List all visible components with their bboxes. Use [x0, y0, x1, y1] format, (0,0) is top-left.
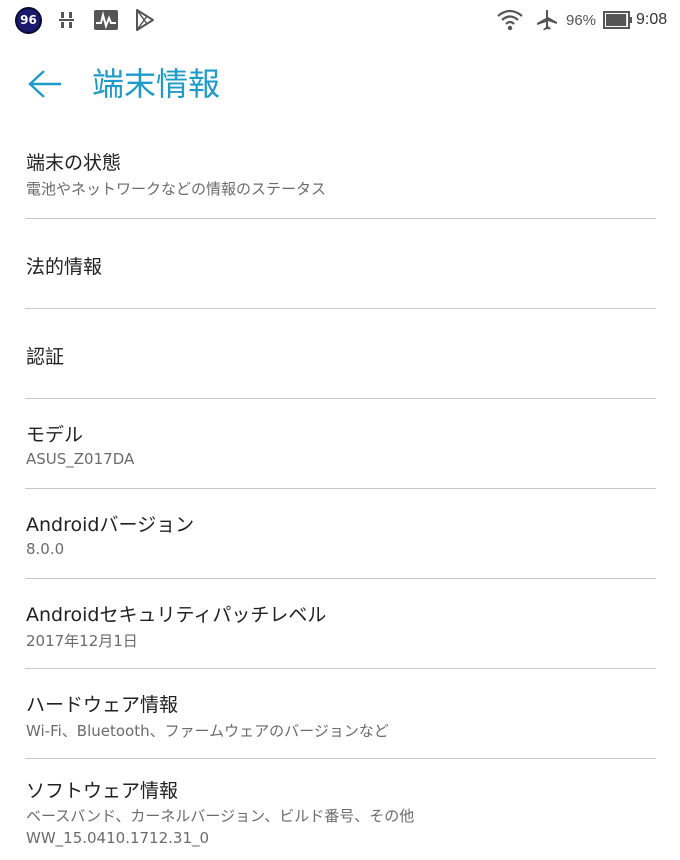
- play-store-icon: [135, 0, 155, 40]
- item-subtitle: ベースバンド、カーネルバージョン、ビルド番号、その他: [26, 807, 415, 825]
- divider: [25, 578, 656, 579]
- item-title: ハードウェア情報: [26, 694, 179, 716]
- battery-percent: 96%: [566, 0, 596, 40]
- item-subtitle: ASUS_Z017DA: [26, 450, 135, 468]
- item-subtitle-build: WW_15.0410.1712.31_0: [26, 829, 210, 847]
- list-item-hardware-info[interactable]: ハードウェア情報 Wi-Fi、Bluetooth、ファームウェアのバージョンなど: [0, 670, 680, 760]
- list-item-android-version[interactable]: Androidバージョン 8.0.0: [0, 490, 680, 580]
- settings-list: 端末の状態 電池やネットワークなどの情報のステータス 法的情報 認証 モデル A…: [0, 130, 680, 860]
- list-item-device-status[interactable]: 端末の状態 電池やネットワークなどの情報のステータス: [0, 130, 680, 220]
- arrow-left-icon: [28, 70, 61, 98]
- clock: 9:08: [636, 0, 667, 40]
- airplane-icon: [535, 0, 559, 40]
- item-title: 法的情報: [26, 256, 103, 278]
- item-title: Androidセキュリティパッチレベル: [26, 604, 327, 626]
- list-item-model[interactable]: モデル ASUS_Z017DA: [0, 400, 680, 490]
- divider: [25, 488, 656, 489]
- item-subtitle: 2017年12月1日: [26, 632, 138, 650]
- item-title: 認証: [26, 346, 65, 368]
- list-item-certification[interactable]: 認証: [0, 310, 680, 400]
- clock-label: 9:08: [636, 11, 668, 28]
- item-title: Androidバージョン: [26, 514, 195, 536]
- battery-icon: [603, 0, 633, 40]
- status-bar: 96 96% 9:08: [0, 0, 680, 40]
- activity-monitor-icon: [94, 0, 118, 40]
- divider: [25, 308, 656, 309]
- page-title: 端末情報: [92, 65, 221, 103]
- badge-96-label: 96: [15, 6, 42, 34]
- list-item-legal-info[interactable]: 法的情報: [0, 220, 680, 310]
- item-subtitle: 電池やネットワークなどの情報のステータス: [26, 180, 327, 198]
- usb-debug-icon: [58, 0, 76, 40]
- item-title: ソフトウェア情報: [26, 780, 179, 802]
- divider: [25, 668, 656, 669]
- item-subtitle: 8.0.0: [26, 540, 65, 558]
- app-bar: 端末情報: [0, 52, 680, 118]
- list-item-software-info[interactable]: ソフトウェア情報 ベースバンド、カーネルバージョン、ビルド番号、その他 WW_1…: [0, 760, 680, 860]
- divider: [25, 758, 656, 759]
- item-title: モデル: [26, 424, 84, 446]
- back-button[interactable]: [22, 64, 68, 104]
- badge-96-icon: 96: [15, 0, 42, 40]
- item-title: 端末の状態: [26, 152, 122, 174]
- divider: [25, 218, 656, 219]
- wifi-icon: [497, 0, 523, 40]
- battery-percent-label: 96%: [566, 11, 597, 29]
- item-subtitle: Wi-Fi、Bluetooth、ファームウェアのバージョンなど: [26, 722, 389, 740]
- list-item-security-patch[interactable]: Androidセキュリティパッチレベル 2017年12月1日: [0, 580, 680, 670]
- divider: [25, 398, 656, 399]
